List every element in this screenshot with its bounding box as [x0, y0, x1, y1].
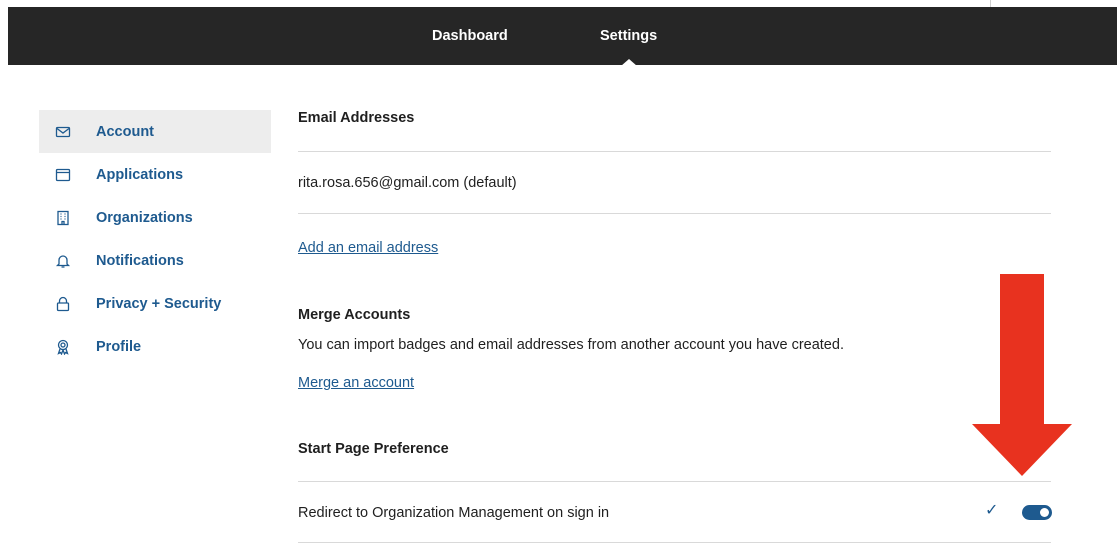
sidebar-item-label: Account	[96, 123, 154, 140]
merge-accounts-description: You can import badges and email addresse…	[298, 337, 844, 353]
sidebar-item-label: Notifications	[96, 252, 184, 269]
sidebar-item-notifications[interactable]: Notifications	[39, 239, 271, 282]
add-email-link[interactable]: Add an email address	[298, 240, 438, 256]
sidebar-item-account[interactable]: Account	[39, 110, 271, 153]
settings-content: Email Addresses rita.rosa.656@gmail.com …	[298, 0, 1051, 545]
sidebar-item-label: Profile	[96, 338, 142, 355]
email-address-value: rita.rosa.656@gmail.com (default)	[298, 175, 517, 191]
sidebar-item-privacy-security[interactable]: Privacy + Security	[39, 282, 271, 325]
bell-icon	[55, 253, 71, 269]
building-icon	[55, 210, 71, 226]
sidebar-item-profile[interactable]: Profile	[39, 325, 271, 368]
red-down-arrow-icon	[972, 274, 1072, 476]
redirect-toggle[interactable]	[1022, 505, 1052, 520]
start-page-preference-heading: Start Page Preference	[298, 441, 449, 457]
lock-icon	[55, 296, 71, 312]
window-icon	[55, 167, 71, 183]
toggle-knob	[1040, 508, 1049, 517]
divider	[298, 481, 1051, 482]
sidebar-item-label: Organizations	[96, 209, 193, 226]
sidebar-item-applications[interactable]: Applications	[39, 153, 271, 196]
sidebar-item-organizations[interactable]: Organizations	[39, 196, 271, 239]
sidebar-item-label: Applications	[96, 166, 184, 183]
merge-accounts-heading: Merge Accounts	[298, 307, 411, 323]
settings-sidebar: Account Applications Organizations Notif…	[39, 110, 271, 368]
divider	[298, 151, 1051, 152]
divider	[298, 213, 1051, 214]
sidebar-item-label: Privacy + Security	[96, 295, 222, 312]
merge-account-link[interactable]: Merge an account	[298, 375, 414, 391]
email-addresses-heading: Email Addresses	[298, 110, 415, 126]
envelope-icon	[55, 124, 71, 140]
redirect-setting-label: Redirect to Organization Management on s…	[298, 505, 610, 521]
badge-icon	[55, 339, 71, 355]
checkmark-icon: ✓	[985, 502, 999, 519]
divider	[298, 542, 1051, 543]
